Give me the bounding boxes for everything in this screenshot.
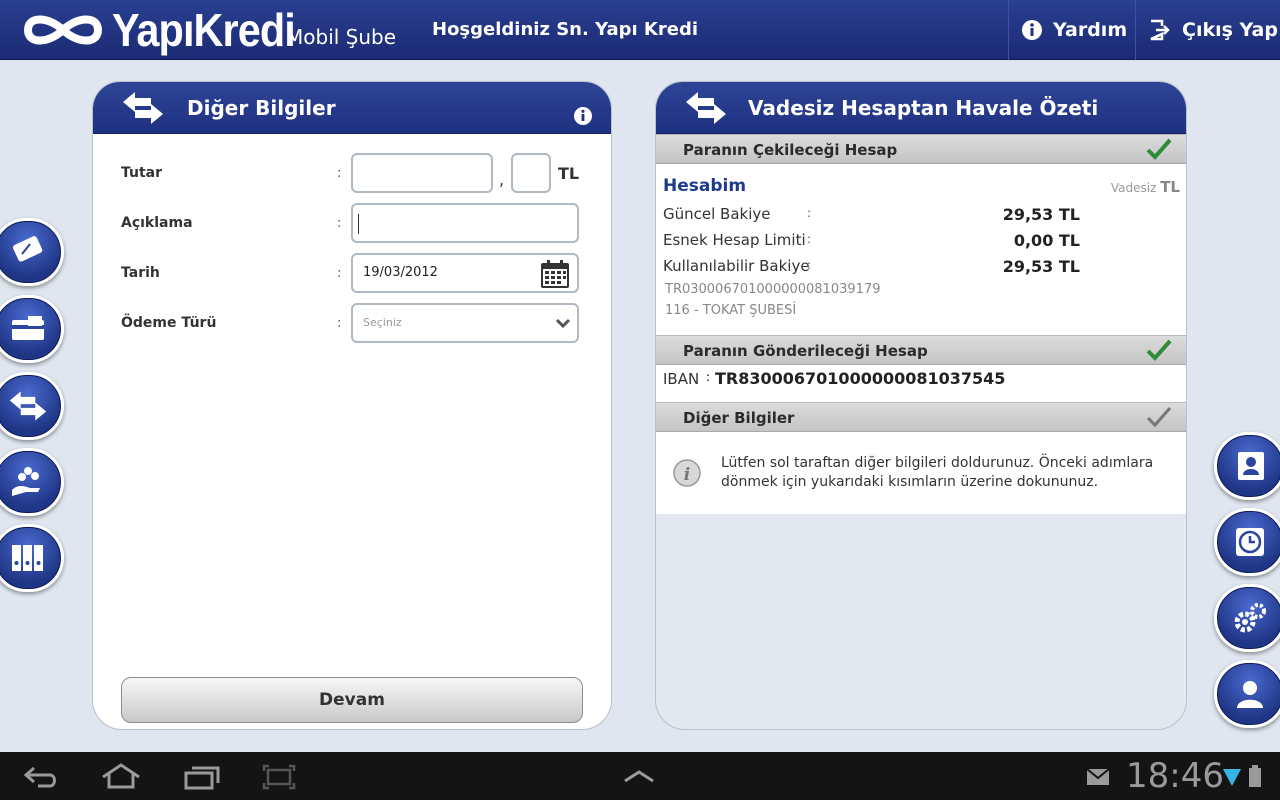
colon: : — [337, 216, 342, 231]
date-input[interactable]: 19/03/2012 — [351, 253, 579, 293]
contacts-icon — [1238, 452, 1264, 480]
profile-icon — [1237, 681, 1263, 708]
clock-icon — [1236, 528, 1264, 556]
exit-label: Çıkış Yap — [1182, 19, 1278, 41]
brand-subtitle: Mobil Şube — [286, 25, 397, 49]
transfers-menu-button[interactable] — [0, 372, 64, 440]
target-section-label: Paranın Gönderileceği Hesap — [683, 342, 928, 360]
chevron-down-icon — [555, 318, 571, 329]
info-icon: i — [673, 459, 701, 487]
credit-card-icon — [12, 316, 44, 340]
other-info-section[interactable]: Diğer Bilgiler — [656, 402, 1186, 432]
target-account-details: IBAN : TR830006701000000081037545 — [656, 365, 1186, 402]
swap-arrows-icon — [123, 92, 163, 124]
wifi-icon — [1223, 769, 1241, 786]
description-label: Açıklama — [121, 215, 193, 231]
amount-label: Tutar — [121, 165, 163, 181]
brand-logo: YapıKredi — [18, 4, 315, 56]
android-system-bar: 18:46 — [0, 752, 1280, 800]
help-label: Yardım — [1053, 19, 1128, 41]
transfer-summary-panel: Vadesiz Hesaptan Havale Özeti Paranın Çe… — [655, 81, 1187, 730]
payments-menu-button[interactable] — [0, 448, 64, 516]
target-account-section[interactable]: Paranın Gönderileceği Hesap — [656, 335, 1186, 365]
description-input[interactable] — [351, 203, 579, 243]
other-section-label: Diğer Bilgiler — [683, 409, 795, 427]
payment-type-label: Ödeme Türü — [121, 315, 217, 331]
svg-text:i: i — [684, 465, 690, 485]
binders-icon — [12, 545, 43, 571]
cards-menu-button[interactable] — [0, 218, 64, 286]
history-menu-button[interactable] — [1214, 508, 1280, 576]
help-button[interactable]: Yardım — [1008, 0, 1136, 60]
source-account-details: Hesabim Vadesiz TL Güncel Bakiye : 29,53… — [656, 164, 1186, 335]
checkmark-icon — [1146, 407, 1172, 428]
instruction-message: Lütfen sol taraftan diğer bilgileri dold… — [721, 455, 1154, 490]
source-branch: 116 - TOKAT ŞUBESİ — [665, 303, 797, 318]
checkmark-icon — [1146, 339, 1172, 361]
panel-title: Diğer Bilgiler — [187, 96, 336, 120]
colon: : — [337, 166, 342, 181]
source-iban: TR030006701000000081039179 — [665, 282, 881, 297]
account-name: Hesabim — [663, 176, 747, 196]
archive-menu-button[interactable] — [0, 524, 64, 592]
app-header: YapıKredi Mobil Şube Hoşgeldiniz Sn. Yap… — [0, 0, 1280, 60]
yapikredi-logo-icon — [23, 15, 103, 45]
profile-menu-button[interactable] — [1214, 660, 1280, 728]
brand-name: YapıKredi — [112, 4, 296, 56]
settings-icon — [1234, 603, 1266, 633]
target-iban-value: TR830006701000000081037545 — [715, 369, 1006, 388]
chevron-up-icon[interactable] — [622, 768, 656, 784]
other-info-panel-header: Diğer Bilgiler — [93, 82, 611, 134]
card-icon — [13, 236, 43, 262]
payment-type-placeholder: Seçiniz — [363, 316, 402, 329]
screenshot-icon[interactable] — [262, 764, 296, 790]
clock-time: 18:46 — [1126, 756, 1224, 796]
available-balance-value: 29,53 TL — [1002, 257, 1080, 276]
mail-icon — [1086, 768, 1110, 785]
source-section-label: Paranın Çekileceği Hesap — [683, 141, 898, 159]
account-type: Vadesiz TL — [1110, 178, 1180, 196]
current-balance-value: 29,53 TL — [1002, 205, 1080, 224]
iban-label: IBAN — [663, 370, 700, 388]
contacts-menu-button[interactable] — [1214, 432, 1280, 500]
info-icon — [1022, 20, 1042, 40]
colon: : — [337, 266, 342, 281]
recent-apps-icon[interactable] — [183, 764, 221, 790]
colon: : — [337, 316, 342, 331]
back-icon[interactable] — [22, 764, 60, 790]
flexible-limit-value: 0,00 TL — [1013, 231, 1080, 250]
flexible-limit-label: Esnek Hesap Limiti — [663, 231, 806, 249]
swap-arrows-icon — [686, 92, 726, 124]
available-balance-label: Kullanılabilir Bakiye — [663, 257, 810, 275]
amount-input[interactable] — [351, 153, 493, 193]
text-cursor — [358, 214, 359, 234]
current-balance-label: Güncel Bakiye — [663, 205, 771, 223]
welcome-text: Hoşgeldiniz Sn. Yapı Kredi — [432, 19, 699, 40]
calendar-icon[interactable] — [539, 258, 571, 290]
transfer-summary-header: Vadesiz Hesaptan Havale Özeti — [656, 82, 1186, 134]
currency-label: TL — [558, 164, 580, 183]
payment-type-select[interactable]: Seçiniz — [351, 303, 579, 343]
other-info-panel: Diğer Bilgiler Tutar : , TL Açıklama : T… — [92, 81, 612, 730]
other-info-message-box: i Lütfen sol taraftan diğer bilgileri do… — [656, 432, 1186, 514]
source-account-section[interactable]: Paranın Çekileceği Hesap — [656, 134, 1186, 164]
battery-icon — [1249, 765, 1261, 787]
continue-button[interactable]: Devam — [121, 677, 583, 723]
logout-icon — [1150, 19, 1170, 41]
exit-button[interactable]: Çıkış Yap — [1135, 0, 1280, 60]
checkmark-icon — [1146, 138, 1172, 160]
home-icon[interactable] — [100, 762, 142, 790]
credit-cards-menu-button[interactable] — [0, 295, 64, 363]
payments-icon — [12, 467, 40, 496]
transfer-icon — [9, 391, 47, 421]
decimal-comma: , — [499, 170, 505, 189]
panel-title: Vadesiz Hesaptan Havale Özeti — [748, 96, 1099, 120]
amount-decimal-input[interactable] — [511, 153, 551, 193]
date-label: Tarih — [121, 265, 160, 281]
info-icon[interactable] — [573, 106, 593, 126]
settings-menu-button[interactable] — [1214, 584, 1280, 652]
